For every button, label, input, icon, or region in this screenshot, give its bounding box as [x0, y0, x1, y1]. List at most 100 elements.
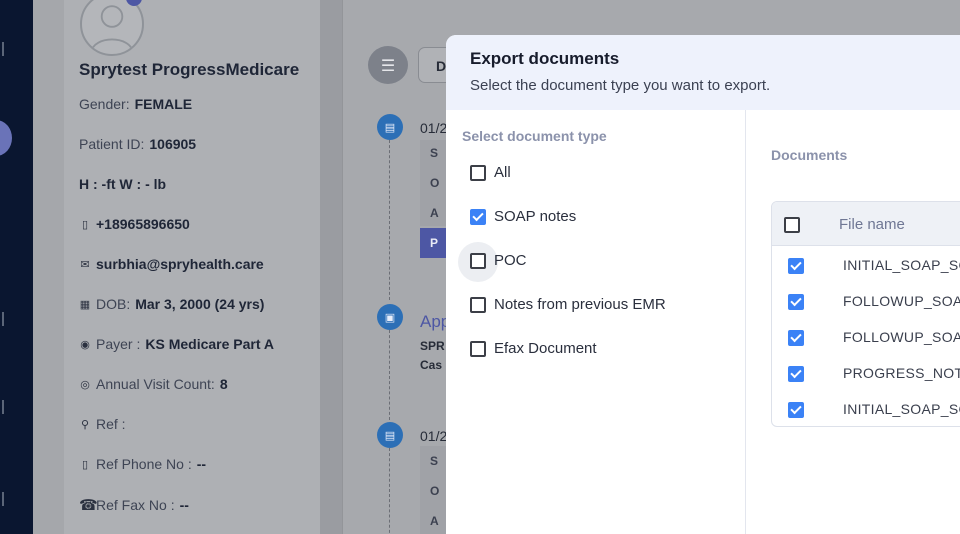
table-header: File name: [772, 202, 960, 246]
ref-phone-label: Ref Phone No :: [96, 456, 192, 472]
timeline-connector: [389, 448, 390, 534]
ref-fax-value: --: [179, 497, 189, 513]
filter-button[interactable]: ☰: [368, 46, 408, 84]
soap-letter: A: [430, 206, 439, 220]
nav-active-indicator[interactable]: [0, 120, 12, 156]
person-icon: ⚲: [80, 418, 90, 431]
row-checkbox[interactable]: [788, 330, 804, 346]
export-documents-modal: Export documents Select the document typ…: [446, 35, 960, 534]
payer-value: KS Medicare Part A: [145, 336, 274, 352]
document-type-column: Select document type All SOAP notes POC …: [446, 110, 746, 534]
calendar-icon: ▦: [79, 298, 91, 311]
document-type-label: Select document type: [462, 128, 607, 144]
visit-count-row: ◎ Annual Visit Count: 8: [79, 376, 228, 392]
patient-id-row: Patient ID: 106905: [79, 136, 196, 152]
dob-label: DOB:: [96, 296, 131, 312]
clipboard-icon: ▤: [377, 422, 403, 448]
row-checkbox[interactable]: [788, 294, 804, 310]
soap-letter: A: [430, 514, 439, 528]
timeline-date: 01/2: [420, 120, 448, 136]
nav-item-icon[interactable]: [0, 312, 4, 326]
file-name: PROGRESS_NOTE: [843, 365, 960, 381]
ref-phone-value: --: [196, 456, 207, 472]
option-all[interactable]: All: [470, 164, 511, 181]
fax-icon: ☎: [79, 497, 98, 514]
appointment-line: Cas: [420, 358, 443, 372]
checkbox-soap-notes[interactable]: [470, 208, 486, 225]
option-label: SOAP notes: [494, 208, 577, 225]
timeline-connector: [389, 140, 390, 300]
option-label: Efax Document: [494, 340, 597, 357]
documents-table: File name INITIAL_SOAP_SC FOLLOWUP_SOAP …: [771, 201, 960, 427]
option-previous-emr[interactable]: Notes from previous EMR: [470, 296, 666, 313]
documents-label: Documents: [771, 147, 848, 163]
file-name: INITIAL_SOAP_SC: [843, 257, 960, 273]
modal-title: Export documents: [470, 49, 620, 68]
nav-item-icon[interactable]: [0, 492, 4, 506]
ref-row: ⚲ Ref :: [79, 416, 126, 432]
option-poc[interactable]: POC: [470, 252, 527, 269]
filter-icon: ☰: [380, 55, 396, 75]
dob-row: ▦ DOB: Mar 3, 2000 (24 yrs): [79, 296, 265, 312]
plan-tab[interactable]: P: [420, 228, 448, 258]
table-row[interactable]: FOLLOWUP_SOAP: [772, 320, 960, 356]
gender-row: Gender: FEMALE: [79, 96, 192, 112]
option-efax[interactable]: Efax Document: [470, 340, 597, 357]
height-weight-value: H : -ft W : - lb: [79, 176, 167, 192]
row-checkbox[interactable]: [788, 258, 804, 274]
soap-letter: S: [430, 454, 439, 468]
ref-label: Ref :: [96, 416, 126, 432]
visit-count-value: 8: [219, 376, 228, 392]
gender-label: Gender:: [79, 96, 130, 112]
modal-header: Export documents Select the document typ…: [446, 35, 960, 110]
ref-phone-row: ▯ Ref Phone No : --: [79, 456, 206, 472]
nav-rail: [0, 0, 33, 534]
checkbox-poc[interactable]: [470, 252, 486, 269]
file-name-header[interactable]: File name: [839, 216, 905, 233]
phone-row: ▯ +18965896650: [79, 216, 190, 232]
ref-fax-label: Ref Fax No :: [96, 497, 175, 513]
payer-icon: ◉: [80, 338, 90, 351]
soap-letter: O: [430, 484, 440, 498]
phone-icon: ▯: [81, 218, 89, 231]
table-row[interactable]: INITIAL_SOAP_SC: [772, 392, 960, 426]
modal-subtitle: Select the document type you want to exp…: [470, 77, 771, 94]
row-checkbox[interactable]: [788, 366, 804, 382]
checkbox-efax[interactable]: [470, 340, 486, 357]
panel-divider: [320, 0, 342, 534]
patient-id-label: Patient ID:: [79, 136, 145, 152]
file-name: INITIAL_SOAP_SC: [843, 401, 960, 417]
soap-letter: S: [430, 146, 439, 160]
gender-value: FEMALE: [134, 96, 193, 112]
calendar-check-icon: ▣: [377, 304, 403, 330]
soap-letter: O: [430, 176, 440, 190]
file-name: FOLLOWUP_SOAP: [843, 293, 960, 309]
option-label: All: [494, 164, 511, 181]
checkbox-previous-emr[interactable]: [470, 296, 486, 313]
payer-row: ◉ Payer : KS Medicare Part A: [79, 336, 274, 352]
visit-count-label: Annual Visit Count:: [96, 376, 215, 392]
timeline-connector: [389, 330, 390, 420]
table-row[interactable]: PROGRESS_NOTE: [772, 356, 960, 392]
appointment-line: SPR: [420, 339, 445, 353]
option-label: Notes from previous EMR: [494, 296, 666, 313]
nav-item-icon[interactable]: [0, 42, 4, 56]
phone-value: +18965896650: [96, 216, 190, 232]
row-checkbox[interactable]: [788, 402, 804, 418]
phone-icon: ▯: [81, 458, 89, 471]
patient-id-value: 106905: [149, 136, 197, 152]
email-icon: ✉: [80, 258, 90, 271]
eye-icon: ◎: [80, 378, 90, 391]
option-soap-notes[interactable]: SOAP notes: [470, 208, 576, 225]
nav-item-icon[interactable]: [0, 400, 4, 414]
timeline-date: 01/2: [420, 428, 448, 444]
email-row: ✉ surbhia@spryhealth.care: [79, 256, 263, 272]
checkbox-all[interactable]: [470, 164, 486, 181]
select-all-checkbox[interactable]: [784, 217, 800, 233]
page-gutter: [33, 0, 64, 534]
table-row[interactable]: INITIAL_SOAP_SC: [772, 248, 960, 284]
file-name: FOLLOWUP_SOAP: [843, 329, 960, 345]
table-row[interactable]: FOLLOWUP_SOAP: [772, 284, 960, 320]
clipboard-icon: ▤: [377, 114, 403, 140]
patient-name: Sprytest ProgressMedicare: [79, 60, 300, 79]
